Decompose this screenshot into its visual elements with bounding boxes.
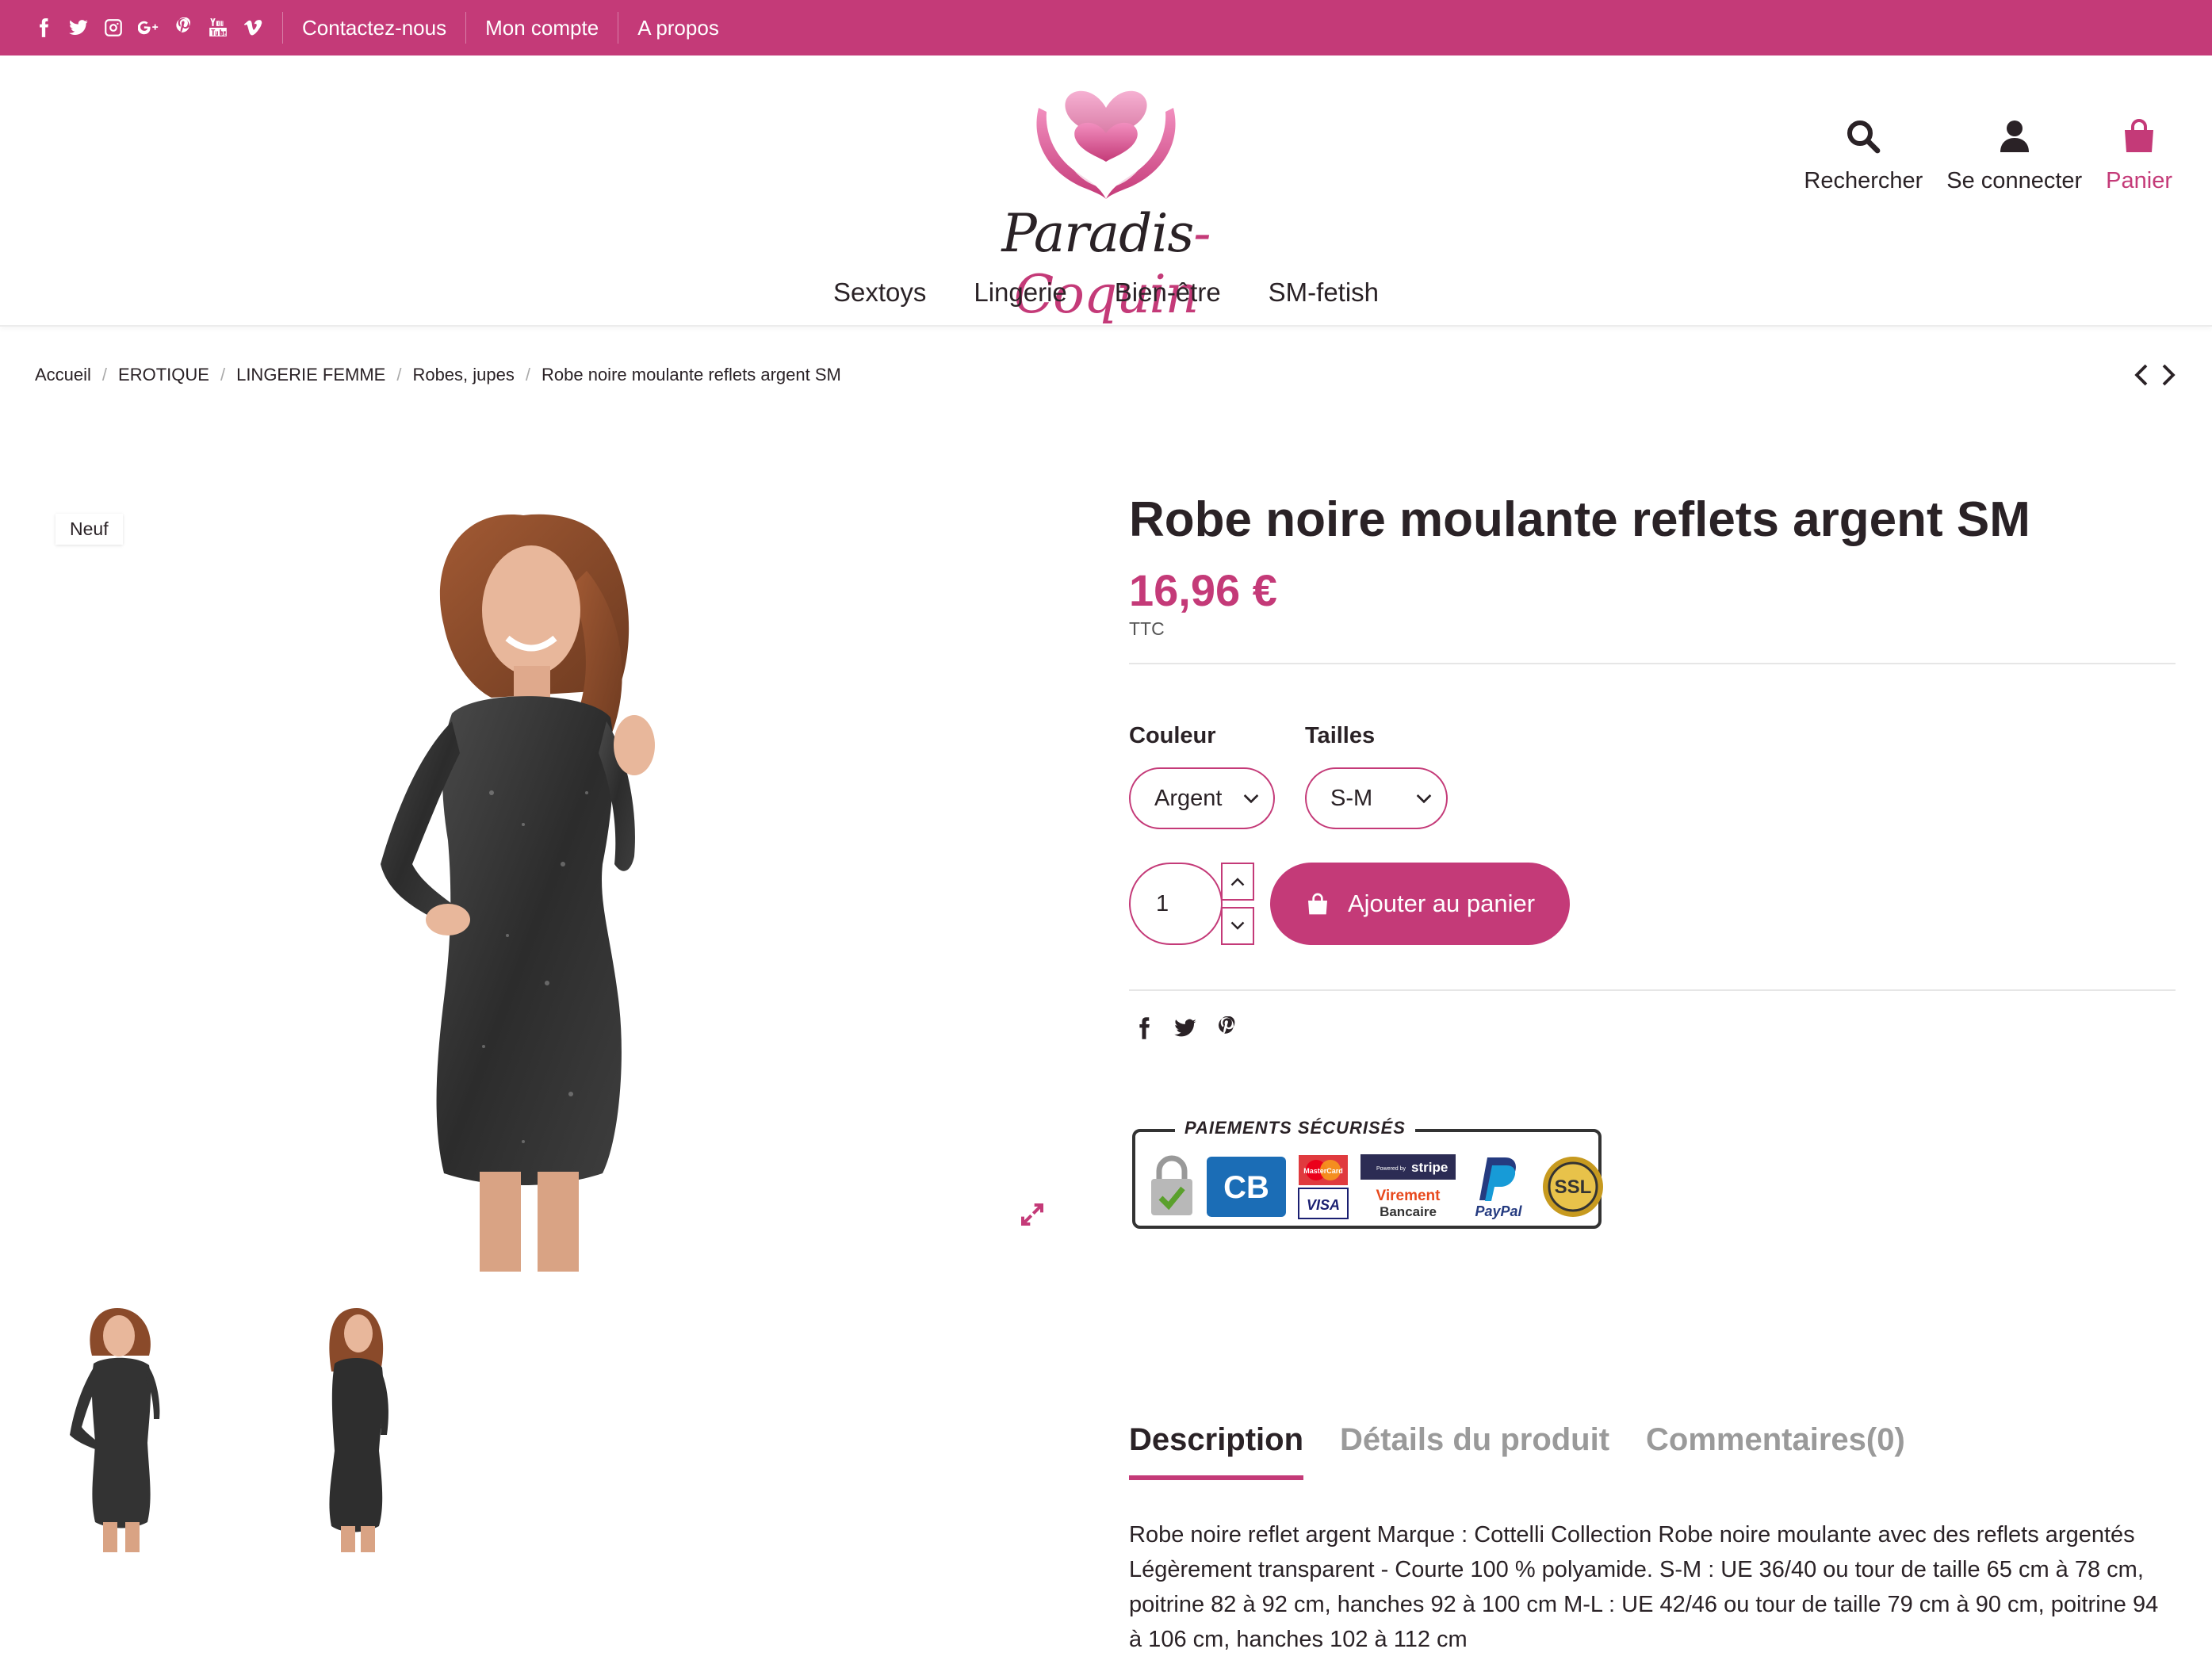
login-button[interactable]: Se connecter <box>1946 117 2082 194</box>
cb-card-icon: CB <box>1207 1157 1286 1217</box>
quantity-decrease-button[interactable] <box>1221 907 1254 945</box>
tab-reviews[interactable]: Commentaires(0) <box>1646 1422 1905 1480</box>
color-select[interactable]: Argent <box>1129 767 1275 829</box>
ssl-seal-icon: SSL <box>1543 1157 1603 1217</box>
svg-text:Powered by: Powered by <box>1376 1166 1406 1172</box>
breadcrumb-item-robes-jupes[interactable]: Robes, jupes <box>412 365 514 385</box>
product-thumbnail-front[interactable] <box>46 1300 205 1554</box>
product-pager <box>2133 363 2177 387</box>
breadcrumb-separator: / <box>101 365 108 384</box>
login-label: Se connecter <box>1946 168 2083 193</box>
pinterest-icon[interactable] <box>171 16 195 40</box>
paypal-icon: PayPal <box>1475 1157 1523 1219</box>
tax-label: TTC <box>1129 618 1165 639</box>
size-label: Tailles <box>1305 723 1376 748</box>
main-nav: Sextoys Lingerie Bien-être SM-fetish <box>0 277 2212 308</box>
product-price: 16,96 € <box>1129 565 1277 615</box>
secure-payments-title: PAIEMENTS SÉCURISÉS <box>1175 1118 1415 1138</box>
product-main-image[interactable] <box>285 492 825 1272</box>
search-button[interactable]: Rechercher <box>1804 117 1923 194</box>
product-thumbnail-back[interactable] <box>270 1300 428 1554</box>
quantity-input[interactable]: 1 <box>1129 863 1223 945</box>
secure-payments-badge: PAIEMENTS SÉCURISÉS CB MasterCard VISA P… <box>1132 1118 1603 1229</box>
facebook-icon[interactable] <box>1132 1016 1156 1040</box>
breadcrumb-separator: / <box>525 365 530 384</box>
payment-logos: CB MasterCard VISA Powered by stripe Vir… <box>1148 1153 1606 1221</box>
svg-text:MasterCard: MasterCard <box>1303 1167 1343 1175</box>
divider <box>1129 989 2176 991</box>
breadcrumb-item-home[interactable]: Accueil <box>35 365 91 385</box>
shopping-bag-icon <box>1307 893 1327 915</box>
site-header: Paradis-Coquin Rechercher Se connecter P… <box>0 55 2212 327</box>
svg-text:Virement: Virement <box>1376 1188 1441 1204</box>
instagram-icon[interactable] <box>101 16 125 40</box>
product-description: Robe noire reflet argent Marque : Cottel… <box>1129 1522 2159 1652</box>
svg-text:Bancaire: Bancaire <box>1380 1204 1437 1219</box>
chevron-down-icon <box>1416 794 1432 804</box>
expand-icon[interactable] <box>1020 1202 1045 1227</box>
add-to-cart-label: Ajouter au panier <box>1347 889 1536 917</box>
twitter-icon[interactable] <box>1173 1016 1197 1040</box>
search-label: Rechercher <box>1804 168 1923 193</box>
breadcrumb-item-erotique[interactable]: EROTIQUE <box>118 365 209 385</box>
breadcrumb-item-lingerie-femme[interactable]: LINGERIE FEMME <box>236 365 385 385</box>
twitter-icon[interactable] <box>67 16 90 40</box>
color-select-value: Argent <box>1154 785 1223 811</box>
new-badge: Neuf <box>55 514 123 545</box>
shopping-bag-icon <box>2125 119 2154 152</box>
size-select[interactable]: S-M <box>1305 767 1448 829</box>
breadcrumb: Accueil / EROTIQUE / LINGERIE FEMME / Ro… <box>35 365 841 385</box>
top-bar: Contactez-nous Mon compte A propos <box>0 0 2212 55</box>
social-links <box>0 0 265 55</box>
breadcrumb-separator: / <box>220 365 226 384</box>
site-logo[interactable]: Paradis-Coquin <box>943 76 1269 325</box>
nav-item-lingerie[interactable]: Lingerie <box>974 277 1066 308</box>
cart-label: Panier <box>2106 168 2172 193</box>
google-plus-icon[interactable] <box>136 16 160 40</box>
svg-text:SSL: SSL <box>1555 1176 1592 1198</box>
color-label: Couleur <box>1129 723 1216 748</box>
chevron-up-icon <box>1230 878 1245 886</box>
about-link[interactable]: A propos <box>618 12 738 44</box>
share-links <box>1132 1016 1238 1040</box>
quantity-increase-button[interactable] <box>1221 863 1254 901</box>
pinterest-icon[interactable] <box>1215 1016 1238 1040</box>
nav-item-sextoys[interactable]: Sextoys <box>833 277 926 308</box>
breadcrumb-separator: / <box>396 365 402 384</box>
breadcrumb-item-current: Robe noire moulante reflets argent SM <box>542 365 841 384</box>
cart-button[interactable]: Panier <box>2106 117 2172 194</box>
divider <box>1129 663 2176 664</box>
add-to-cart-button[interactable]: Ajouter au panier <box>1270 863 1570 945</box>
my-account-link[interactable]: Mon compte <box>465 12 618 44</box>
facebook-icon[interactable] <box>32 16 55 40</box>
logo-hearts-hands-icon <box>1036 90 1176 199</box>
contact-link[interactable]: Contactez-nous <box>282 12 465 44</box>
svg-text:VISA: VISA <box>1307 1197 1340 1213</box>
nav-item-sm-fetish[interactable]: SM-fetish <box>1269 277 1379 308</box>
chevron-down-icon <box>1243 794 1259 804</box>
product-tabs: Description Détails du produit Commentai… <box>1129 1422 1905 1480</box>
padlock-icon <box>1151 1155 1192 1215</box>
vimeo-icon[interactable] <box>241 16 265 40</box>
user-icon <box>2000 121 2029 152</box>
header-actions: Rechercher Se connecter Panier <box>1804 117 2172 194</box>
search-icon <box>1847 121 1881 154</box>
svg-text:stripe: stripe <box>1411 1160 1448 1175</box>
size-select-value: S-M <box>1330 785 1373 811</box>
top-links: Contactez-nous Mon compte A propos <box>282 0 738 55</box>
svg-text:PayPal: PayPal <box>1475 1203 1522 1219</box>
chevron-down-icon <box>1230 921 1245 930</box>
stripe-virement-icon: Powered by stripe Virement Bancaire <box>1360 1154 1456 1219</box>
mastercard-visa-icon: MasterCard VISA <box>1298 1155 1349 1219</box>
youtube-icon[interactable] <box>206 16 230 40</box>
product-title: Robe noire moulante reflets argent SM <box>1129 492 2030 547</box>
chevron-left-icon[interactable] <box>2133 363 2150 387</box>
tab-product-details[interactable]: Détails du produit <box>1340 1422 1609 1480</box>
tab-description[interactable]: Description <box>1129 1422 1304 1480</box>
nav-item-bien-etre[interactable]: Bien-être <box>1115 277 1221 308</box>
quantity-value: 1 <box>1156 890 1169 916</box>
chevron-right-icon[interactable] <box>2160 363 2177 387</box>
svg-text:CB: CB <box>1223 1170 1269 1205</box>
